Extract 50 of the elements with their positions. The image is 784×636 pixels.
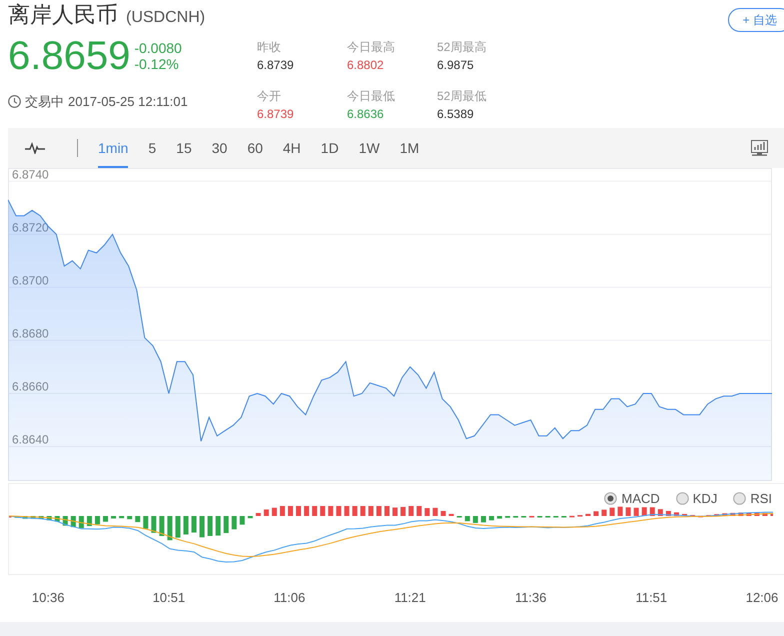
- axis-label: 6.8660: [12, 379, 49, 394]
- percent-change: -0.12%: [134, 56, 180, 72]
- stat-value: 6.9875: [437, 57, 475, 74]
- stat-value: 6.8739: [257, 106, 295, 123]
- price-change: -0.0080: [134, 40, 182, 56]
- stat-label: 52周最高: [437, 39, 488, 56]
- last-price: 6.8659: [8, 36, 130, 76]
- radio-button[interactable]: [604, 492, 618, 506]
- axis-label: 10:51: [152, 590, 186, 605]
- stat-label: 今日最低: [347, 88, 396, 105]
- axis-label: 11:21: [394, 590, 426, 605]
- period-tab[interactable]: 4H: [282, 128, 301, 168]
- indicator-label: RSI: [750, 490, 772, 508]
- period-tab[interactable]: 15: [176, 128, 192, 168]
- period-tab[interactable]: 5: [148, 128, 156, 168]
- period-tab[interactable]: 60: [247, 128, 263, 168]
- axis-label: 10:36: [32, 590, 64, 605]
- radio-button[interactable]: [733, 492, 746, 506]
- indicator-label: MACD: [621, 490, 660, 508]
- instrument-name: 离岸人民币: [8, 4, 118, 26]
- ticker-symbol: (USDCNH): [126, 8, 206, 28]
- stat-label: 52周最低: [437, 88, 488, 105]
- period-tab[interactable]: 1M: [400, 128, 420, 168]
- timestamp: 2017-05-25 12:11:01: [68, 93, 188, 111]
- stat-value: 6.8636: [347, 106, 385, 123]
- axis-label: 11:51: [636, 590, 668, 605]
- stat-label: 今开: [257, 88, 282, 105]
- axis-label: 11:06: [274, 590, 306, 605]
- indicator-label: KDJ: [692, 490, 718, 508]
- monitor-chart-icon[interactable]: [751, 140, 768, 156]
- line-chart-icon[interactable]: [25, 142, 45, 154]
- axis-label: 11:36: [514, 590, 547, 605]
- stat-value: 6.8802: [347, 57, 385, 74]
- axis-label: 6.8740: [12, 168, 49, 182]
- radio-button[interactable]: [676, 492, 689, 506]
- trading-status: 交易中: [25, 93, 64, 111]
- add-watchlist-button[interactable]: + 自选: [728, 8, 784, 32]
- axis-label: 6.8640: [12, 432, 49, 447]
- clock-icon: [8, 95, 21, 108]
- stat-value: 6.8739: [257, 57, 295, 74]
- axis-label: 12:06: [746, 590, 778, 605]
- period-tab[interactable]: 1D: [320, 128, 339, 168]
- axis-label: 6.8720: [12, 220, 49, 234]
- axis-label: 6.8680: [12, 326, 49, 340]
- stat-label: 昨收: [257, 39, 282, 56]
- stat-value: 6.5389: [437, 106, 475, 123]
- stat-label: 今日最高: [347, 39, 396, 56]
- axis-label: 6.8700: [12, 273, 49, 288]
- period-tab[interactable]: 1W: [358, 128, 380, 168]
- period-tab[interactable]: 30: [212, 128, 228, 168]
